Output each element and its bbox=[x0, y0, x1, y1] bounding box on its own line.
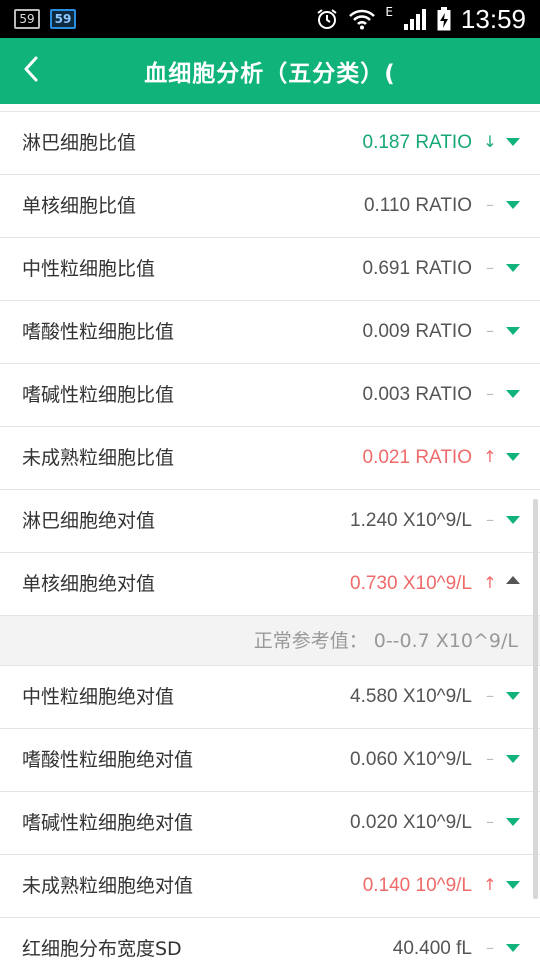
test-name: 单核细胞绝对值 bbox=[22, 573, 156, 595]
test-name: 单核细胞比值 bbox=[22, 195, 137, 217]
notification-badge-icon: 59 bbox=[50, 9, 76, 29]
test-value: 0.021 RATIO bbox=[362, 447, 472, 468]
list-top-divider bbox=[0, 104, 540, 112]
arrow-up-icon: ↑ bbox=[483, 447, 497, 466]
test-value: 0.691 RATIO bbox=[362, 258, 472, 279]
caret-up-icon[interactable] bbox=[506, 576, 520, 584]
dash-icon: – bbox=[486, 938, 494, 957]
test-name: 中性粒细胞比值 bbox=[22, 258, 156, 280]
test-value: 1.240 X10^9/L bbox=[350, 510, 472, 531]
battery-charging-icon bbox=[437, 7, 451, 31]
scrollbar[interactable] bbox=[533, 499, 538, 899]
status-icons: E 13:59 bbox=[315, 0, 526, 38]
result-row[interactable]: 未成熟粒细胞比值 0.021 RATIO ↑ bbox=[0, 427, 540, 490]
app-header: 血细胞分析（五分类）( bbox=[0, 38, 540, 104]
test-value: 4.580 X10^9/L bbox=[350, 686, 472, 707]
result-row[interactable]: 未成熟粒细胞绝对值 0.140 10^9/L ↑ bbox=[0, 855, 540, 918]
caret-down-icon[interactable] bbox=[506, 944, 520, 952]
notification-count: 59 bbox=[54, 12, 72, 26]
test-value: 0.140 10^9/L bbox=[362, 875, 472, 896]
test-name: 淋巴细胞比值 bbox=[22, 132, 137, 154]
test-value: 0.187 RATIO bbox=[362, 132, 472, 153]
arrow-up-icon: ↑ bbox=[483, 573, 497, 592]
caret-down-icon[interactable] bbox=[506, 201, 520, 209]
test-name: 嗜酸性粒细胞比值 bbox=[22, 321, 175, 343]
test-name: 红细胞分布宽度SD bbox=[22, 938, 182, 960]
result-row[interactable]: 嗜酸性粒细胞绝对值 0.060 X10^9/L – bbox=[0, 729, 540, 792]
result-row[interactable]: 单核细胞绝对值 0.730 X10^9/L ↑ bbox=[0, 553, 540, 616]
notification-badge-icon: 59 bbox=[14, 9, 40, 29]
caret-down-icon[interactable] bbox=[506, 818, 520, 826]
test-name: 淋巴细胞绝对值 bbox=[22, 510, 156, 532]
dash-icon: – bbox=[486, 321, 494, 340]
result-row[interactable]: 淋巴细胞绝对值 1.240 X10^9/L – bbox=[0, 490, 540, 553]
reference-range-panel: 正常参考值： 0--0.7 X10^9/L bbox=[0, 616, 540, 666]
caret-down-icon[interactable] bbox=[506, 453, 520, 461]
test-name: 中性粒细胞绝对值 bbox=[22, 686, 175, 708]
signal-icon bbox=[403, 9, 426, 30]
test-value: 40.400 fL bbox=[392, 938, 472, 959]
dash-icon: – bbox=[486, 258, 494, 277]
result-row[interactable]: 红细胞分布宽度SD 40.400 fL – bbox=[0, 918, 540, 960]
test-value: 0.730 X10^9/L bbox=[350, 573, 472, 594]
wifi-icon bbox=[349, 9, 376, 30]
result-row[interactable]: 嗜碱性粒细胞绝对值 0.020 X10^9/L – bbox=[0, 792, 540, 855]
caret-down-icon[interactable] bbox=[506, 327, 520, 335]
test-value: 0.060 X10^9/L bbox=[350, 749, 472, 770]
notification-count: 59 bbox=[19, 12, 35, 26]
arrow-down-icon: ↓ bbox=[483, 132, 497, 151]
result-list[interactable]: 淋巴细胞比值 0.187 RATIO ↓ 单核细胞比值 0.110 RATIO – 中性粒细… bbox=[0, 104, 540, 960]
caret-down-icon[interactable] bbox=[506, 138, 520, 146]
result-row[interactable]: 淋巴细胞比值 0.187 RATIO ↓ bbox=[0, 112, 540, 175]
arrow-up-icon: ↑ bbox=[483, 875, 497, 894]
test-value: 0.020 X10^9/L bbox=[350, 812, 472, 833]
caret-down-icon[interactable] bbox=[506, 692, 520, 700]
network-type-label: E bbox=[385, 5, 393, 19]
test-value: 0.003 RATIO bbox=[362, 384, 472, 405]
dash-icon: – bbox=[486, 749, 494, 768]
dash-icon: – bbox=[486, 812, 494, 831]
result-row[interactable]: 中性粒细胞比值 0.691 RATIO – bbox=[0, 238, 540, 301]
dash-icon: – bbox=[486, 510, 494, 529]
result-row[interactable]: 单核细胞比值 0.110 RATIO – bbox=[0, 175, 540, 238]
test-name: 嗜酸性粒细胞绝对值 bbox=[22, 749, 194, 771]
test-value: 0.110 RATIO bbox=[363, 195, 472, 216]
status-bar: 59 59 E 13:59 bbox=[0, 0, 540, 38]
page-title: 血细胞分析（五分类）( bbox=[144, 61, 396, 87]
caret-down-icon[interactable] bbox=[506, 755, 520, 763]
caret-down-icon[interactable] bbox=[506, 516, 520, 524]
alarm-icon bbox=[317, 9, 337, 29]
result-row[interactable]: 嗜酸性粒细胞比值 0.009 RATIO – bbox=[0, 301, 540, 364]
test-name: 嗜碱性粒细胞比值 bbox=[22, 384, 175, 406]
dash-icon: – bbox=[486, 195, 494, 214]
caret-down-icon[interactable] bbox=[506, 881, 520, 889]
caret-down-icon[interactable] bbox=[506, 390, 520, 398]
test-name: 未成熟粒细胞绝对值 bbox=[22, 875, 194, 897]
test-name: 未成熟粒细胞比值 bbox=[22, 447, 175, 469]
reference-range-text: 正常参考值： 0--0.7 X10^9/L bbox=[253, 630, 518, 652]
result-row[interactable]: 中性粒细胞绝对值 4.580 X10^9/L – bbox=[0, 666, 540, 729]
test-name: 嗜碱性粒细胞绝对值 bbox=[22, 812, 194, 834]
test-value: 0.009 RATIO bbox=[362, 321, 472, 342]
clock-time: 13:59 bbox=[460, 3, 526, 34]
caret-down-icon[interactable] bbox=[506, 264, 520, 272]
result-row[interactable]: 嗜碱性粒细胞比值 0.003 RATIO – bbox=[0, 364, 540, 427]
dash-icon: – bbox=[486, 686, 494, 705]
dash-icon: – bbox=[486, 384, 494, 403]
